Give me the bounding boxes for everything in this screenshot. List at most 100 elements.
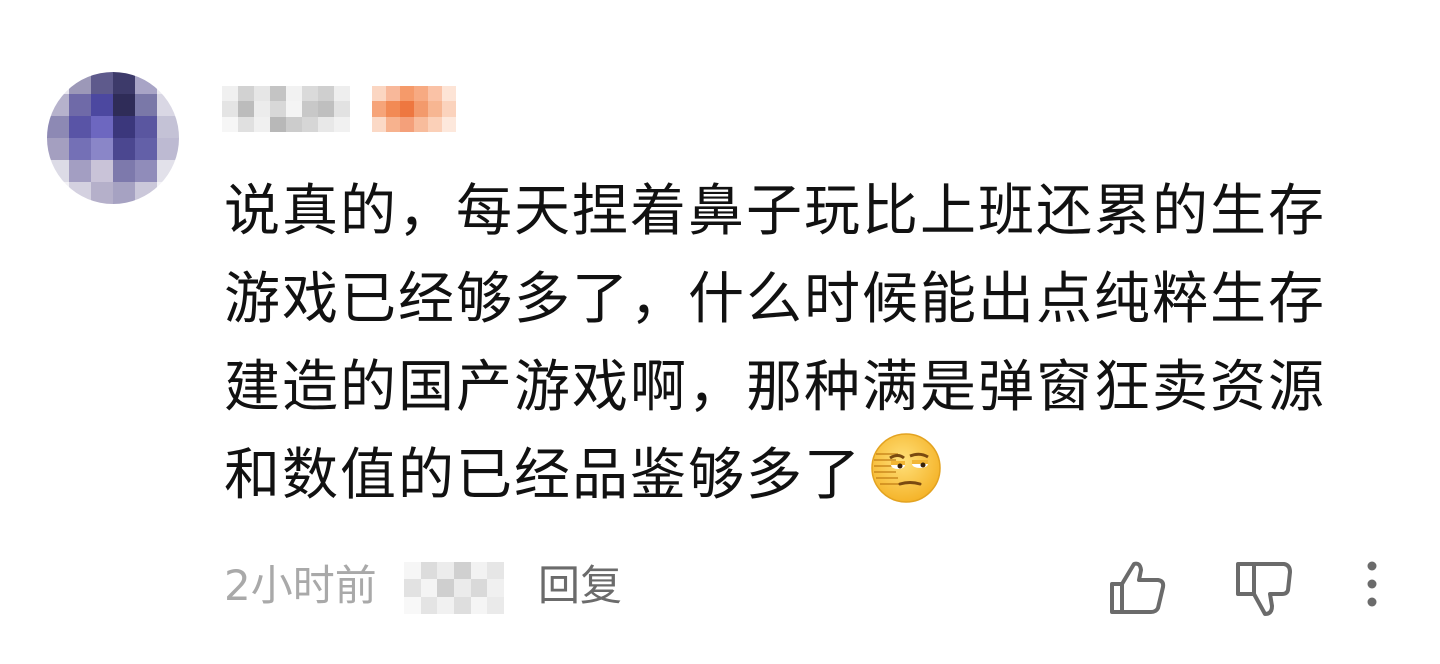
mosaic-cell [442,116,456,132]
reply-button[interactable]: 回复 [538,556,622,616]
mosaic-cell [238,101,254,117]
mosaic-cell [135,160,157,182]
mosaic-cell [404,579,421,597]
mosaic-cell [113,94,135,116]
mosaic-cell [113,116,135,138]
mosaic-cell [270,116,286,132]
mosaic-cell [157,160,179,182]
comment-footer: 2小时前 回复 [224,556,1404,616]
mosaic-cell [372,101,386,117]
mosaic-cell [453,579,471,597]
mosaic-cell [91,94,113,116]
mosaic-cell [470,562,488,580]
mosaic-cell [157,72,179,94]
mosaic-cell [487,562,504,580]
mosaic-cell [400,116,414,132]
mosaic-cell [157,94,179,116]
mosaic-cell [47,182,69,204]
mosaic-cell [318,101,334,117]
mosaic-cell [270,101,286,117]
mosaic-cell [286,86,302,102]
mosaic-cell [91,138,113,160]
mosaic-cell [135,182,157,204]
mosaic-cell [69,182,91,204]
mosaic-cell [69,94,91,116]
mosaic-cell [334,86,350,102]
mosaic-cell [69,72,91,94]
smirk-face-emoji-icon [871,433,941,503]
mosaic-cell [318,86,334,102]
mosaic-cell [47,160,69,182]
mosaic-cell [222,101,238,117]
mosaic-cell [437,579,454,597]
mosaic-cell [47,138,69,160]
mosaic-cell [47,72,69,94]
mosaic-cell [400,86,414,102]
mosaic-cell [69,160,91,182]
mosaic-cell [420,596,438,614]
mosaic-cell [372,86,386,102]
mosaic-cell [420,579,438,597]
comment-text-line-last: 和数值的已经品鉴够多了 [224,432,1384,520]
mosaic-cell [91,72,113,94]
mosaic-cell [254,116,270,132]
mosaic-cell [428,86,442,102]
mosaic-cell [334,101,350,117]
user-badge [372,86,456,132]
mosaic-cell [428,101,442,117]
mosaic-cell [113,160,135,182]
mosaic-cell [254,101,270,117]
avatar[interactable] [47,72,179,204]
mosaic-cell [487,579,504,597]
timestamp: 2小时前 [224,561,377,610]
mosaic-cell [157,182,179,204]
mosaic-cell [318,116,334,132]
mosaic-cell [47,94,69,116]
mosaic-cell [470,596,488,614]
mosaic-cell [238,116,254,132]
mosaic-cell [254,86,270,102]
mosaic-cell [270,86,286,102]
mosaic-cell [386,86,400,102]
mosaic-cell [437,596,454,614]
mosaic-cell [69,116,91,138]
mosaic-cell [442,101,456,117]
mosaic-cell [372,116,386,132]
mosaic-cell [135,94,157,116]
mosaic-cell [157,138,179,160]
mosaic-cell [222,116,238,132]
mosaic-cell [91,160,113,182]
mosaic-cell [302,116,318,132]
comment-text-line: 游戏已经够多了，什么时候能出点纯粹生存 [224,267,1326,332]
mosaic-cell [286,116,302,132]
mosaic-cell [420,562,438,580]
mosaic-cell [135,138,157,160]
mosaic-cell [414,101,428,117]
comment-item: 说真的，每天捏着鼻子玩比上班还累的生存 游戏已经够多了，什么时候能出点纯粹生存 … [0,0,1440,664]
comment-text-line: 和数值的已经品鉴够多了 [224,443,862,508]
mosaic-cell [113,182,135,204]
mosaic-cell [91,182,113,204]
mosaic-cell [453,596,471,614]
mosaic-cell [487,596,504,614]
thumbs-up-icon[interactable] [1106,556,1170,620]
mosaic-cell [238,86,254,102]
username-blurred[interactable] [222,86,350,132]
mosaic-cell [69,138,91,160]
mosaic-cell [113,72,135,94]
mosaic-cell [47,116,69,138]
mosaic-cell [404,596,421,614]
mosaic-cell [334,116,350,132]
mosaic-cell [414,116,428,132]
mosaic-cell [442,86,456,102]
mosaic-cell [386,116,400,132]
mosaic-cell [428,116,442,132]
thumbs-down-icon[interactable] [1232,556,1296,620]
comment-text: 说真的，每天捏着鼻子玩比上班还累的生存 游戏已经够多了，什么时候能出点纯粹生存 … [224,168,1384,520]
mosaic-cell [91,116,113,138]
more-vertical-icon[interactable] [1352,556,1392,620]
mosaic-cell [404,562,421,580]
mosaic-cell [386,101,400,117]
mosaic-cell [302,86,318,102]
mosaic-cell [414,86,428,102]
